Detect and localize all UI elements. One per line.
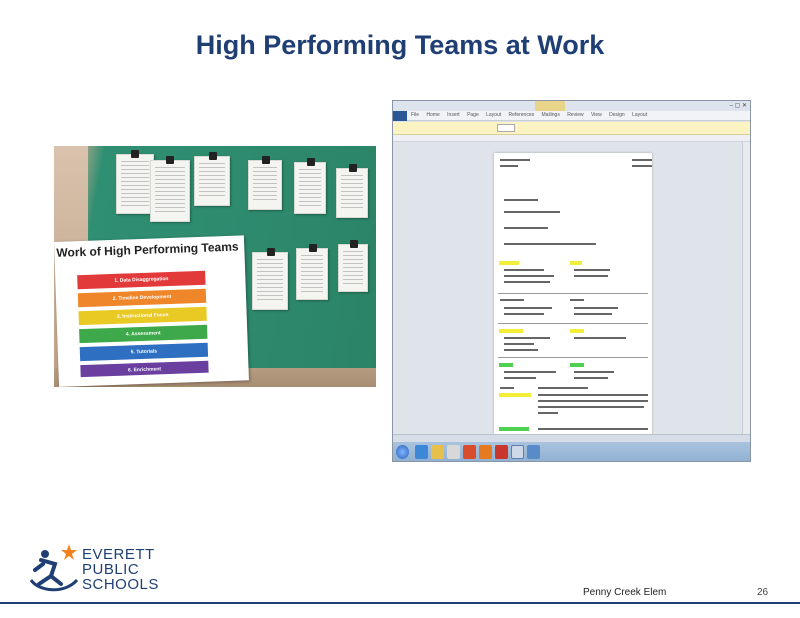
text-line (538, 394, 648, 396)
highlight (570, 261, 582, 265)
logo-figure (33, 558, 63, 586)
posted-paper (116, 150, 154, 214)
text-line (504, 343, 534, 345)
start-button-icon (396, 445, 409, 459)
logo-wordmark: EVERETT PUBLIC SCHOOLS (82, 547, 159, 592)
poster-band: 4. Assessment (79, 324, 208, 344)
text-line (570, 299, 584, 301)
text-line (574, 371, 614, 373)
poster-band: 3. Instructional Focus (78, 306, 207, 326)
windows-taskbar (393, 442, 750, 461)
file-tab (393, 111, 407, 121)
divider (498, 323, 648, 324)
text-line (632, 159, 652, 161)
footer-school-name: Penny Creek Elem (583, 587, 667, 598)
posted-paper (336, 164, 368, 218)
text-line (504, 227, 548, 229)
posted-paper (194, 152, 230, 206)
footer-rule (0, 602, 800, 604)
ribbon-tabs: File Home Insert Page Layout References … (411, 112, 648, 118)
divider (498, 357, 648, 358)
poster-band: 5. Tutorials (79, 342, 209, 362)
status-bar (393, 434, 750, 442)
logo-line-2: PUBLIC (82, 561, 140, 578)
document-area (393, 142, 750, 434)
document-page (494, 153, 652, 434)
text-line (504, 377, 536, 379)
text-line (504, 281, 550, 283)
text-line (500, 159, 530, 161)
text-line (504, 275, 554, 277)
text-line (504, 313, 544, 315)
highlight (499, 393, 531, 397)
highlight (570, 363, 584, 367)
posted-paper (252, 248, 288, 310)
word-icon (511, 445, 524, 459)
logo-star-icon (61, 544, 77, 560)
posted-paper (338, 240, 368, 292)
text-line (538, 400, 648, 402)
divider (498, 293, 648, 294)
window-controls: – ▢ ✕ (729, 103, 747, 109)
text-line (538, 406, 644, 408)
slide-title: High Performing Teams at Work (195, 30, 605, 60)
posted-paper (248, 156, 282, 210)
folder-icon (431, 445, 444, 459)
text-line (574, 275, 608, 277)
posted-paper (296, 244, 328, 300)
text-line (500, 165, 518, 167)
enable-editing-button (497, 124, 515, 132)
app-icon (447, 445, 460, 459)
text-line (574, 269, 610, 271)
text-line (538, 387, 588, 389)
context-tab-highlight (535, 101, 565, 111)
text-line (574, 313, 612, 315)
ie-icon (415, 445, 428, 459)
window-titlebar: – ▢ ✕ (393, 101, 750, 111)
text-line (538, 428, 648, 430)
highlight (499, 427, 529, 431)
page-number: 26 (757, 587, 769, 598)
text-line (504, 269, 544, 271)
text-line (504, 307, 552, 309)
text-line (538, 412, 558, 414)
poster-title: Work of High Performing Teams (56, 239, 239, 260)
text-line (632, 165, 652, 167)
highlight (570, 329, 584, 333)
text-line (500, 387, 514, 389)
text-line (574, 337, 626, 339)
posted-paper (150, 156, 190, 222)
logo-line-1: EVERETT (82, 546, 155, 563)
highlight (499, 261, 519, 265)
app-icon (495, 445, 508, 459)
everett-public-schools-logo-icon (29, 544, 79, 592)
poster-band: 6. Enrichment (80, 360, 209, 378)
bulletin-board-photo: Work of High Performing Teams 1. Data Di… (54, 146, 376, 387)
app-icon (479, 445, 492, 459)
poster-band: 1. Data Disaggregation (77, 270, 206, 290)
text-line (504, 243, 596, 245)
word-document-screenshot: – ▢ ✕ File Home Insert Page Layout Refer… (392, 100, 751, 462)
highlight (499, 329, 523, 333)
logo-line-3: SCHOOLS (82, 576, 159, 593)
text-line (574, 377, 608, 379)
vertical-scrollbar (742, 142, 750, 434)
text-line (504, 371, 556, 373)
work-of-teams-poster: Work of High Performing Teams 1. Data Di… (54, 235, 249, 387)
ribbon: File Home Insert Page Layout References … (393, 111, 750, 121)
text-line (504, 349, 538, 351)
text-line (504, 337, 550, 339)
highlight (499, 363, 513, 367)
posted-paper (294, 158, 326, 214)
chrome-icon (463, 445, 476, 459)
text-line (500, 299, 524, 301)
text-line (504, 211, 560, 213)
protected-view-bar (393, 122, 750, 135)
ruler (393, 135, 750, 142)
app-icon (527, 445, 540, 459)
logo-figure-head (41, 550, 49, 558)
text-line (574, 307, 618, 309)
poster-band: 2. Timeline Development (77, 288, 207, 308)
text-line (504, 199, 538, 201)
